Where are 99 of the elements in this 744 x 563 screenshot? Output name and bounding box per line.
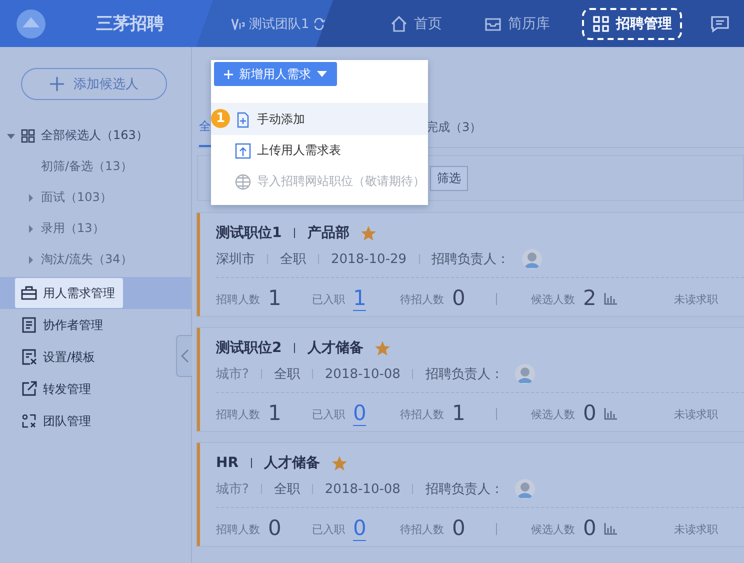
job-date: 2018-10-08 <box>324 366 400 382</box>
stat-value: 0 <box>268 517 282 541</box>
nav-tab[interactable]: 首页 <box>380 8 452 40</box>
job-city: 深圳市 <box>216 251 255 268</box>
stat-label: 未读求职 <box>674 406 718 422</box>
owner-label: 招聘负责人： <box>425 366 504 383</box>
job-card[interactable]: HR 人才储备 城市? 全职 2018-10-08 招聘负责人： 招聘人数 0 已入职 0 待招人数 0 候选人数 0 未读求职 <box>197 443 744 546</box>
tree-item[interactable]: 录用（13） <box>41 220 104 237</box>
caret-icon[interactable] <box>7 132 15 140</box>
nav-tab[interactable]: 招聘管理 <box>582 8 682 40</box>
stat-link[interactable]: 1 <box>353 286 366 312</box>
stat-value: 0 <box>583 402 596 426</box>
stat-label: 候选人数 <box>531 292 575 306</box>
job-type: 全职 <box>274 366 300 383</box>
job-title[interactable]: 测试职位2 <box>216 339 282 357</box>
star-icon[interactable] <box>361 226 376 240</box>
stat-link[interactable]: 0 <box>353 402 366 426</box>
add-file-icon <box>235 112 251 128</box>
share-icon <box>21 381 37 397</box>
stat-label: 招聘人数 <box>216 292 260 306</box>
stat-label: 待招人数 <box>400 406 444 422</box>
menu-item[interactable]: 设置/模板 <box>15 342 104 372</box>
avatar <box>515 364 536 384</box>
message-icon[interactable] <box>710 14 730 32</box>
brand-name: 三茅招聘 <box>96 13 164 35</box>
stat-label: 已入职 <box>312 292 345 306</box>
department: 人才储备 <box>264 454 320 472</box>
grid-icon <box>592 14 610 32</box>
job-type: 全职 <box>274 481 300 498</box>
form-icon <box>21 349 37 365</box>
tree-item[interactable]: 初筛/备选（13） <box>41 158 132 175</box>
tree-item[interactable]: 淘汰/流失（34） <box>41 251 132 268</box>
grid-icon <box>21 128 35 142</box>
stat-label: 招聘人数 <box>216 406 260 422</box>
dropdown-item[interactable]: 1 手动添加 <box>211 104 428 135</box>
nav-tab[interactable]: 简历库 <box>474 8 560 40</box>
menu-item[interactable]: 团队管理 <box>15 406 99 436</box>
stat-link[interactable]: 0 <box>353 516 366 542</box>
stat-label: 待招人数 <box>400 292 444 306</box>
briefcase-icon <box>21 285 37 301</box>
job-city: 城市? <box>216 366 249 383</box>
owner-label: 招聘负责人： <box>432 251 510 268</box>
stat-label: 候选人数 <box>531 406 575 422</box>
caret-icon[interactable] <box>27 194 35 202</box>
job-title[interactable]: 测试职位1 <box>216 224 282 242</box>
logo-icon <box>14 6 48 40</box>
avatar <box>515 479 536 499</box>
job-city: 城市? <box>216 481 249 498</box>
stat-label: 未读求职 <box>674 522 718 536</box>
team-icon <box>21 413 37 429</box>
star-icon[interactable] <box>375 340 390 356</box>
avatar <box>522 249 542 269</box>
stat-value: 0 <box>452 287 466 311</box>
stat-label: 未读求职 <box>674 292 718 306</box>
department: 产品部 <box>307 224 350 242</box>
department: 人才储备 <box>307 339 364 357</box>
stat-label: 已入职 <box>312 406 345 422</box>
job-card[interactable]: 测试职位2 人才储备 城市? 全职 2018-10-08 招聘负责人： 招聘人数 1 已入职 0 待招人数 1 候选人数 0 未读求职 <box>197 328 744 431</box>
tree-item[interactable]: 全部候选人（163） <box>41 127 148 144</box>
home-icon <box>390 14 408 32</box>
job-title[interactable]: HR <box>216 455 238 471</box>
stat-label: 候选人数 <box>531 522 575 536</box>
dropdown-item[interactable]: 上传用人需求表 <box>211 135 428 166</box>
plus-icon <box>50 77 64 91</box>
stat-value: 0 <box>583 517 596 541</box>
job-date: 2018-10-08 <box>324 482 400 496</box>
job-card[interactable]: 测试职位1 产品部 深圳市 全职 2018-10-29 招聘负责人： 招聘人数 1 已入职 1 待招人数 0 候选人数 2 未读求职 <box>197 213 744 316</box>
plus-icon <box>224 70 233 78</box>
job-type: 全职 <box>280 251 306 268</box>
caret-icon[interactable] <box>27 256 35 264</box>
menu-item[interactable]: 用人需求管理 <box>15 278 123 308</box>
stat-value: 1 <box>268 402 282 426</box>
new-requirement-button[interactable]: 新增用人需求 <box>214 62 337 86</box>
switch-icon[interactable] <box>313 18 326 30</box>
caret-icon[interactable] <box>27 224 35 232</box>
vip-icon <box>231 18 245 30</box>
menu-item[interactable]: 转发管理 <box>15 374 99 404</box>
stat-label: 待招人数 <box>400 522 444 536</box>
bar-chart-icon[interactable] <box>604 408 618 420</box>
caret-icon <box>317 71 327 77</box>
tree-item[interactable]: 面试（103） <box>41 189 112 206</box>
collapse-handle[interactable] <box>176 335 192 377</box>
bar-chart-icon[interactable] <box>604 523 618 535</box>
step-badge: 1 <box>211 109 230 128</box>
stat-value: 0 <box>452 517 466 541</box>
stat-value: 1 <box>452 402 466 426</box>
menu-item[interactable]: 协作者管理 <box>15 310 111 340</box>
star-icon[interactable] <box>332 456 347 470</box>
filter-button[interactable]: 筛选 <box>430 166 468 190</box>
list-icon <box>21 317 37 333</box>
stat-label: 招聘人数 <box>216 522 260 536</box>
job-date: 2018-10-29 <box>331 252 407 266</box>
owner-label: 招聘负责人： <box>425 481 504 498</box>
stat-label: 已入职 <box>312 522 345 536</box>
stat-value: 2 <box>583 287 596 311</box>
globe-icon <box>235 174 251 190</box>
stat-value: 1 <box>268 287 282 311</box>
bar-chart-icon[interactable] <box>604 293 618 305</box>
upload-icon <box>235 142 251 158</box>
